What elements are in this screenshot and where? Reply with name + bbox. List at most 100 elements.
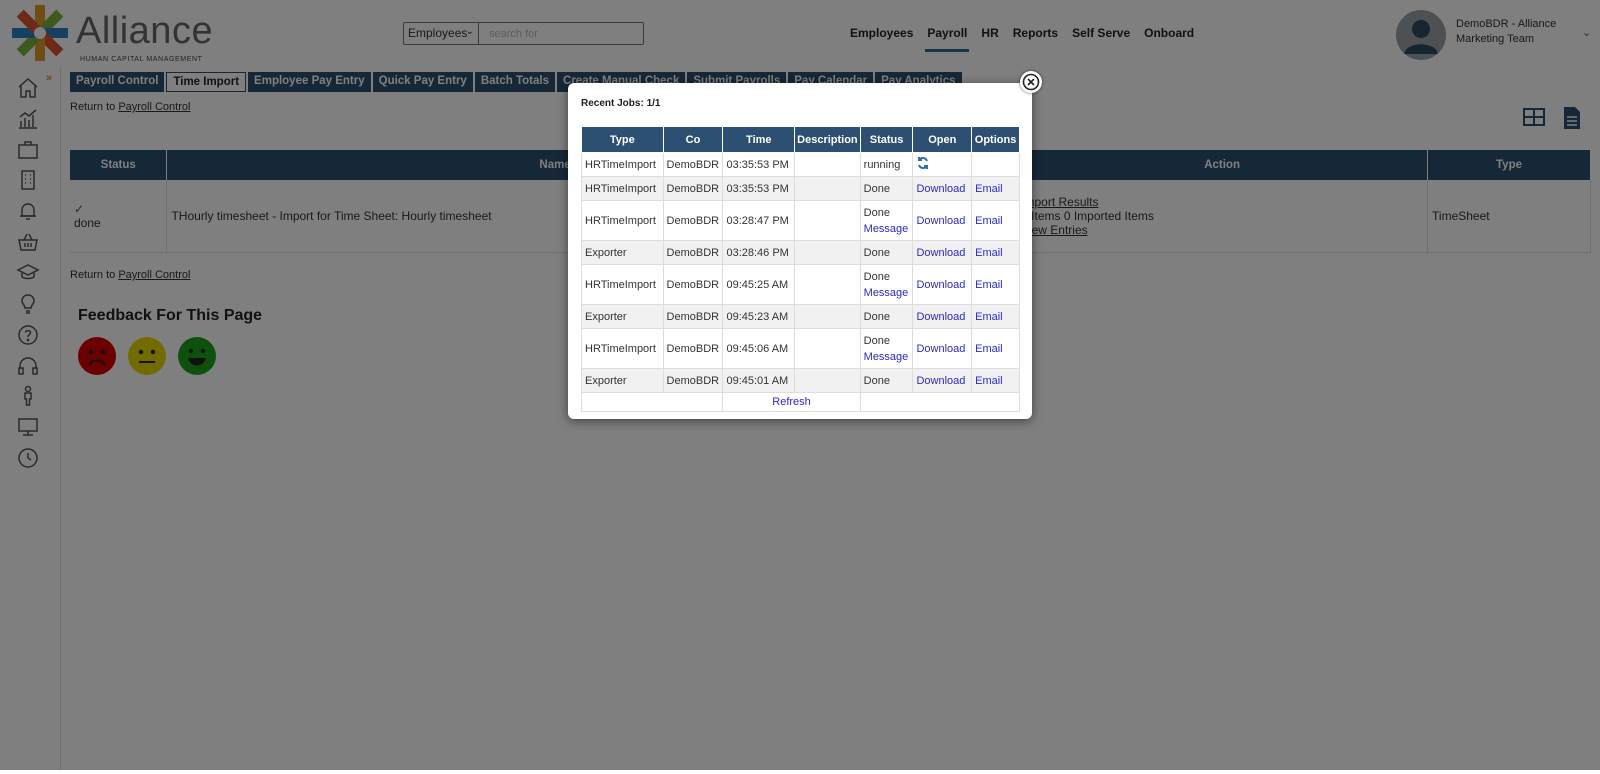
job-options: Email xyxy=(971,200,1020,241)
job-open: Download xyxy=(912,176,973,201)
job-type: HRTimeImport xyxy=(581,176,664,201)
job-open: Download xyxy=(912,368,973,393)
job-co: DemoBDR xyxy=(662,304,724,329)
job-status: Done xyxy=(859,240,914,265)
message-link[interactable]: Message xyxy=(864,223,909,235)
refresh-spacer-left xyxy=(580,392,724,412)
job-open: Download xyxy=(912,200,973,241)
job-time: 09:45:06 AM xyxy=(722,328,796,369)
email-link[interactable]: Email xyxy=(975,375,1003,387)
job-time: 09:45:25 AM xyxy=(722,264,796,305)
download-link[interactable]: Download xyxy=(916,375,965,387)
job-time: 03:35:53 PM xyxy=(722,176,796,201)
close-dialog-button[interactable] xyxy=(1020,71,1042,93)
job-options xyxy=(971,152,1020,177)
job-type: Exporter xyxy=(581,368,664,393)
job-open: Download xyxy=(912,264,973,305)
job-time: 09:45:01 AM xyxy=(722,368,796,393)
page-bottom-strip xyxy=(0,770,1600,774)
job-status: Done Message xyxy=(859,264,914,305)
table-row: HRTimeImport DemoBDR 03:35:53 PM Done Do… xyxy=(581,176,1020,201)
table-row: HRTimeImport DemoBDR 03:35:53 PM running xyxy=(581,152,1020,177)
job-status-text: Done xyxy=(863,270,890,283)
col-description: Description xyxy=(794,126,861,153)
download-link[interactable]: Download xyxy=(916,183,965,195)
dialog-title: Recent Jobs: 1/1 xyxy=(581,98,661,109)
message-link[interactable]: Message xyxy=(864,287,909,299)
job-status-text: Done xyxy=(863,334,890,347)
job-time: 03:35:53 PM xyxy=(722,152,796,177)
job-co: DemoBDR xyxy=(662,368,724,393)
job-description xyxy=(794,200,861,241)
download-link[interactable]: Download xyxy=(916,311,965,323)
table-row: Exporter DemoBDR 09:45:01 AM Done Downlo… xyxy=(581,368,1020,393)
job-co: DemoBDR xyxy=(662,152,724,177)
refresh-row: Refresh xyxy=(580,392,1021,412)
job-time: 03:28:47 PM xyxy=(722,200,796,241)
job-co: DemoBDR xyxy=(662,240,724,265)
col-status: Status xyxy=(859,126,914,153)
col-options: Options xyxy=(971,126,1020,153)
download-link[interactable]: Download xyxy=(916,247,965,259)
download-link[interactable]: Download xyxy=(916,343,965,355)
refresh-cell: Refresh xyxy=(722,392,861,412)
job-type: HRTimeImport xyxy=(581,152,664,177)
table-row: Exporter DemoBDR 09:45:23 AM Done Downlo… xyxy=(581,304,1020,329)
job-type: HRTimeImport xyxy=(581,264,664,305)
email-link[interactable]: Email xyxy=(975,279,1003,291)
recent-jobs-table: Type Co Time Description Status Open Opt… xyxy=(580,126,1021,412)
col-time: Time xyxy=(722,126,796,153)
job-status-text: Done xyxy=(863,206,890,219)
email-link[interactable]: Email xyxy=(975,247,1003,259)
job-description xyxy=(794,152,861,177)
job-co: DemoBDR xyxy=(662,328,724,369)
table-row: HRTimeImport DemoBDR 09:45:25 AM Done Me… xyxy=(581,264,1020,305)
email-link[interactable]: Email xyxy=(975,343,1003,355)
email-link[interactable]: Email xyxy=(975,311,1003,323)
email-link[interactable]: Email xyxy=(975,183,1003,195)
job-options: Email xyxy=(971,264,1020,305)
col-type: Type xyxy=(581,126,664,153)
job-open: Download xyxy=(912,304,973,329)
job-description xyxy=(794,240,861,265)
job-options: Email xyxy=(971,328,1020,369)
job-co: DemoBDR xyxy=(662,176,724,201)
message-link[interactable]: Message xyxy=(864,351,909,363)
job-type: Exporter xyxy=(581,304,664,329)
job-description xyxy=(794,304,861,329)
email-link[interactable]: Email xyxy=(975,215,1003,227)
download-link[interactable]: Download xyxy=(916,279,965,291)
job-status: Done Message xyxy=(859,328,914,369)
refresh-spacer-right xyxy=(859,392,1021,412)
job-description xyxy=(794,368,861,393)
job-description xyxy=(794,328,861,369)
job-status: Done xyxy=(859,304,914,329)
job-time: 09:45:23 AM xyxy=(722,304,796,329)
job-options: Email xyxy=(971,176,1020,201)
job-description xyxy=(794,176,861,201)
job-status: Done Message xyxy=(859,200,914,241)
job-description xyxy=(794,264,861,305)
job-time: 03:28:46 PM xyxy=(722,240,796,265)
close-icon xyxy=(1022,73,1040,91)
job-options: Email xyxy=(971,304,1020,329)
recent-jobs-dialog: Recent Jobs: 1/1 Type Co Time Descriptio… xyxy=(568,83,1032,419)
job-options: Email xyxy=(971,240,1020,265)
download-link[interactable]: Download xyxy=(916,215,965,227)
job-type: HRTimeImport xyxy=(581,328,664,369)
job-type: HRTimeImport xyxy=(581,200,664,241)
job-open xyxy=(912,152,973,177)
refresh-spinner-icon[interactable] xyxy=(916,156,930,170)
col-co: Co xyxy=(662,126,724,153)
job-co: DemoBDR xyxy=(662,264,724,305)
job-co: DemoBDR xyxy=(662,200,724,241)
job-open: Download xyxy=(912,328,973,369)
job-type: Exporter xyxy=(581,240,664,265)
table-row: HRTimeImport DemoBDR 03:28:47 PM Done Me… xyxy=(581,200,1020,241)
refresh-link[interactable]: Refresh xyxy=(772,396,811,408)
job-open: Download xyxy=(912,240,973,265)
job-options: Email xyxy=(971,368,1020,393)
col-open: Open xyxy=(912,126,973,153)
table-row: Exporter DemoBDR 03:28:46 PM Done Downlo… xyxy=(581,240,1020,265)
job-status: Done xyxy=(859,176,914,201)
